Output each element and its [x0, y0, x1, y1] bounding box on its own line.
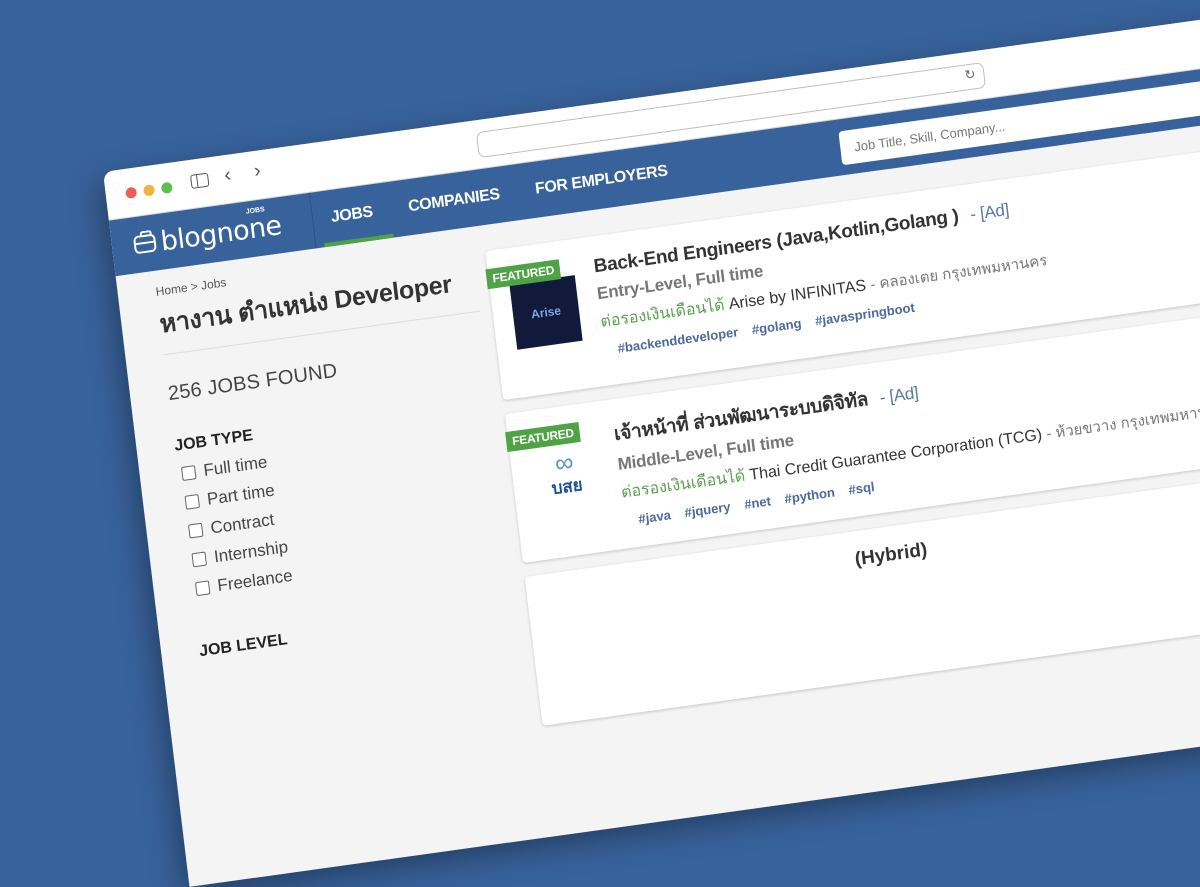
tag[interactable]: #sql [848, 479, 876, 497]
filter-title-job-level: JOB LEVEL [198, 631, 289, 661]
minimize-window-button[interactable] [142, 184, 156, 197]
checkbox-contract[interactable] [187, 522, 204, 539]
chevron-left-icon[interactable]: ‹ [223, 164, 232, 188]
stage: ‹ › ↻ blognone JOBS JOBS COMPANIES FOR E… [0, 0, 1200, 887]
job-title-text[interactable]: (Hybrid) [854, 539, 929, 571]
nav-jobs[interactable]: JOBS [310, 182, 394, 248]
company-logo[interactable]: ∞ บสย [529, 438, 602, 513]
sidebar-toggle-icon[interactable] [189, 172, 210, 189]
ad-label: - [Ad] [969, 199, 1010, 225]
breadcrumb-current: Jobs [200, 275, 228, 293]
maximize-window-button[interactable] [160, 181, 173, 195]
jobs-found-count: 256 JOBS FOUND [166, 359, 339, 406]
tag[interactable]: #golang [751, 316, 802, 338]
tag[interactable]: #python [784, 485, 836, 507]
tag[interactable]: #net [743, 493, 771, 512]
filter-label: Full time [202, 452, 269, 480]
company-logo[interactable]: Arise [509, 275, 583, 350]
traffic-lights [125, 181, 173, 200]
company-logo-text: Arise [530, 303, 562, 322]
chevron-right-icon[interactable]: › [253, 159, 262, 183]
close-window-button[interactable] [125, 186, 138, 200]
salary-text: ต่อรองเงินเดือนได้ [620, 467, 747, 502]
logo-text: blognone [158, 209, 284, 258]
tag[interactable]: #javaspringboot [814, 300, 915, 329]
reload-icon[interactable]: ↻ [964, 66, 977, 83]
checkbox-freelance[interactable] [194, 580, 211, 597]
tcg-infinity-icon: ∞ [553, 445, 576, 479]
filter-label: Freelance [216, 565, 294, 596]
filter-sidebar: Home > Jobs หางาน ตำแหน่ง Developer 256 … [155, 241, 518, 661]
checkbox-part-time[interactable] [184, 493, 201, 510]
job-list: FEATURED Arise Back-End Engineers (Java,… [485, 127, 1200, 740]
ad-label: - [Ad] [878, 383, 920, 408]
filter-label: Internship [212, 537, 290, 567]
filter-label: Contract [209, 509, 276, 538]
filter-label: Part time [205, 480, 276, 509]
breadcrumb-home[interactable]: Home [155, 281, 188, 299]
breadcrumb-separator: > [189, 279, 199, 294]
browser-window: ‹ › ↻ blognone JOBS JOBS COMPANIES FOR E… [103, 0, 1200, 887]
company-logo-text: บสย [550, 474, 584, 498]
checkbox-internship[interactable] [191, 551, 208, 568]
checkbox-full-time[interactable] [181, 465, 197, 481]
tag[interactable]: #java [638, 507, 672, 526]
tag[interactable]: #jquery [684, 499, 732, 520]
salary-text: ต่อรองเงินเดือนได้ [599, 296, 726, 331]
briefcase-icon [132, 233, 157, 255]
